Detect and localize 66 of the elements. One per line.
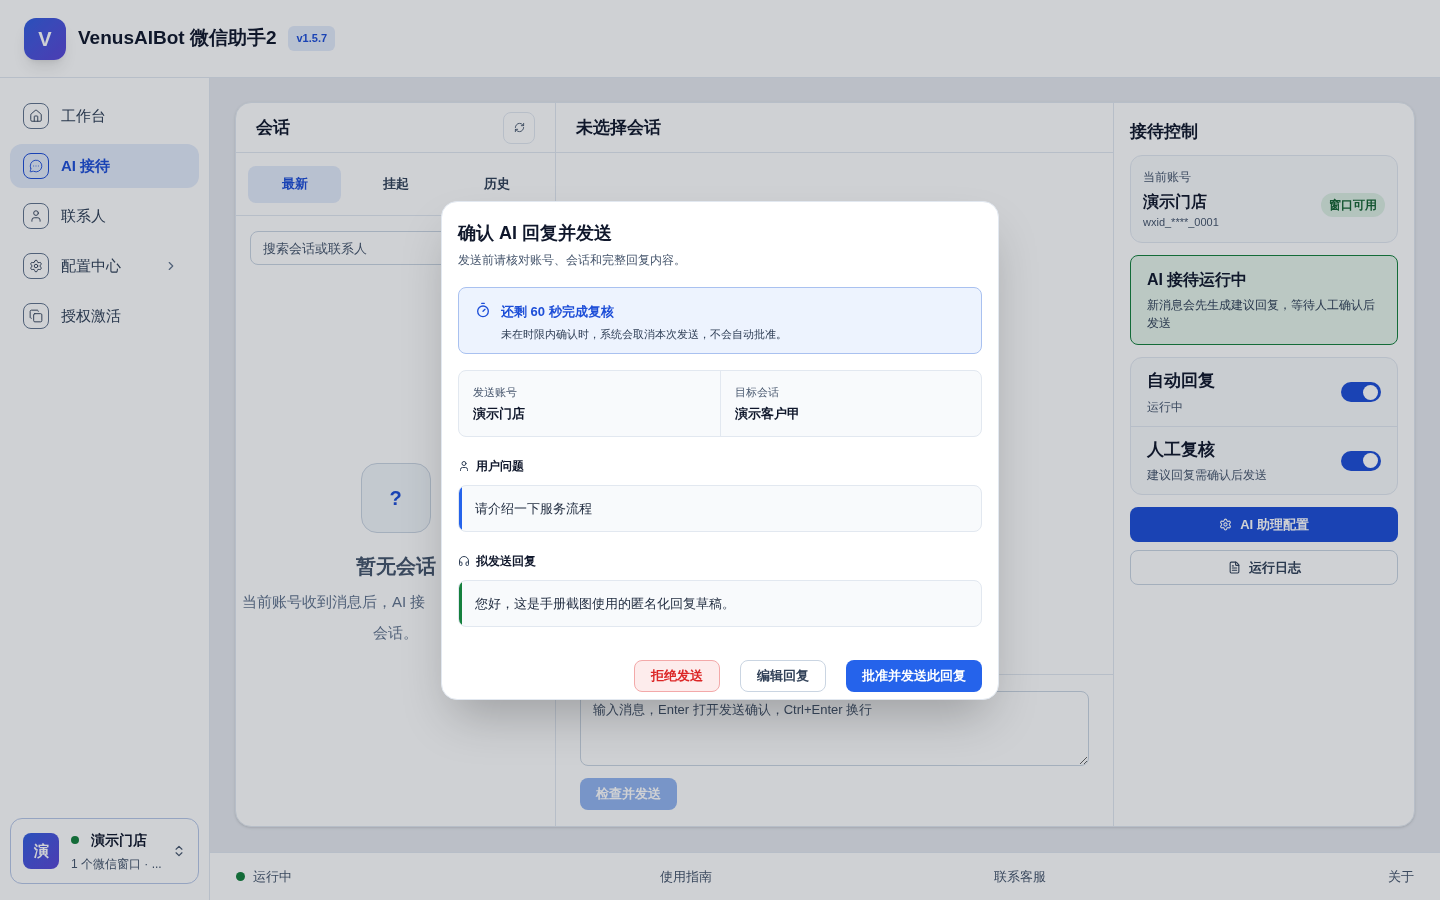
account-name: 演示门店 xyxy=(1143,191,1208,212)
status-text: 新消息会先生成建议回复，等待人工确认后发送 xyxy=(1147,297,1376,332)
toggle-switch[interactable] xyxy=(1341,382,1381,402)
toggle-subtitle: 建议回复需确认后发送 xyxy=(1147,467,1268,485)
sidebar-item[interactable]: AI 接待 xyxy=(10,144,199,188)
toggle-subtitle: 运行中 xyxy=(1147,398,1184,416)
status-title: AI 接待运行中 xyxy=(1147,270,1249,290)
sidebar-item[interactable]: 授权激活 xyxy=(10,294,199,338)
version-badge: v1.5.7 xyxy=(288,26,336,51)
chat-title: 未选择会话 xyxy=(576,116,661,139)
person-icon xyxy=(458,460,470,472)
tab[interactable]: 历史 xyxy=(450,165,543,203)
toggle-title: 人工复核 xyxy=(1147,438,1216,461)
section-heading: 拟发送回复 xyxy=(476,553,536,570)
message-input[interactable]: 输入消息，Enter 打开发送确认，Ctrl+Enter 换行 xyxy=(580,691,1089,766)
sidebar-item[interactable]: 配置中心 xyxy=(10,244,199,288)
refresh-button[interactable] xyxy=(503,111,535,144)
question-mark-icon: ? xyxy=(360,463,431,533)
field-label: 发送账号 xyxy=(473,384,518,400)
gear-icon xyxy=(23,253,49,279)
message-text: 请介绍一下服务流程 xyxy=(475,499,592,518)
empty-text: 会话。 xyxy=(373,622,418,643)
field-label: 目标会话 xyxy=(735,384,780,400)
stopwatch-icon xyxy=(475,302,491,318)
account-avatar: 演 xyxy=(23,833,59,869)
section-heading: 用户问题 xyxy=(476,458,524,475)
about-link[interactable]: 关于 xyxy=(1388,866,1414,887)
account-label: 当前账号 xyxy=(1143,168,1192,186)
sidebar-item[interactable]: 联系人 xyxy=(10,194,199,238)
reject-button[interactable]: 拒绝发送 xyxy=(634,660,720,692)
field-value: 演示客户甲 xyxy=(735,405,801,423)
empty-title: 暂无会话 xyxy=(355,554,436,579)
toggle-switch[interactable] xyxy=(1341,450,1381,471)
house-icon xyxy=(23,103,49,129)
notice-text: 未在时限内确认时，系统会取消本次发送，不会自动批准。 xyxy=(501,326,787,342)
chat-bubble-icon xyxy=(23,153,49,179)
assistant-config-button[interactable]: AI 助理配置 xyxy=(1130,507,1398,542)
field-value: 演示门店 xyxy=(473,405,526,423)
app-title: VenusAIBot 微信助手2 xyxy=(78,26,277,51)
panel-title: 会话 xyxy=(256,116,290,139)
toggle-title: 自动回复 xyxy=(1147,370,1216,393)
tab[interactable]: 挂起 xyxy=(349,165,442,203)
sidebar-item[interactable]: 工作台 xyxy=(10,94,199,138)
refresh-icon xyxy=(513,122,525,133)
status-text: 运行中 xyxy=(253,867,292,886)
approve-button[interactable]: 批准并发送此回复 xyxy=(846,660,982,692)
status-badge: 窗口可用 xyxy=(1321,192,1385,217)
panel-title: 接待控制 xyxy=(1130,121,1199,143)
empty-text: 当前账号收到消息后，AI 接 xyxy=(242,592,426,612)
app-logo: V xyxy=(24,17,66,60)
support-link[interactable]: 联系客服 xyxy=(994,866,1047,887)
headset-icon xyxy=(458,555,470,567)
edit-button[interactable]: 编辑回复 xyxy=(740,660,826,692)
account-detail: 1 个微信窗口 · ... xyxy=(71,855,160,873)
log-button[interactable]: 运行日志 xyxy=(1130,550,1398,585)
document-icon xyxy=(1227,561,1241,574)
tab[interactable]: 最新 xyxy=(248,165,341,203)
person-icon xyxy=(23,203,49,229)
account-name: 演示门店 xyxy=(91,830,147,850)
account-id: wxid_****_0001 xyxy=(1143,214,1220,230)
notice-title: 还剩 60 秒完成复核 xyxy=(501,303,615,321)
squares-icon xyxy=(23,303,49,329)
gear-icon xyxy=(1219,518,1233,531)
message-text: 您好，这是手册截图使用的匿名化回复草稿。 xyxy=(475,594,735,613)
account-switcher[interactable]: 演 演示门店 1 个微信窗口 · ... xyxy=(10,818,199,884)
guide-link[interactable]: 使用指南 xyxy=(659,866,712,887)
